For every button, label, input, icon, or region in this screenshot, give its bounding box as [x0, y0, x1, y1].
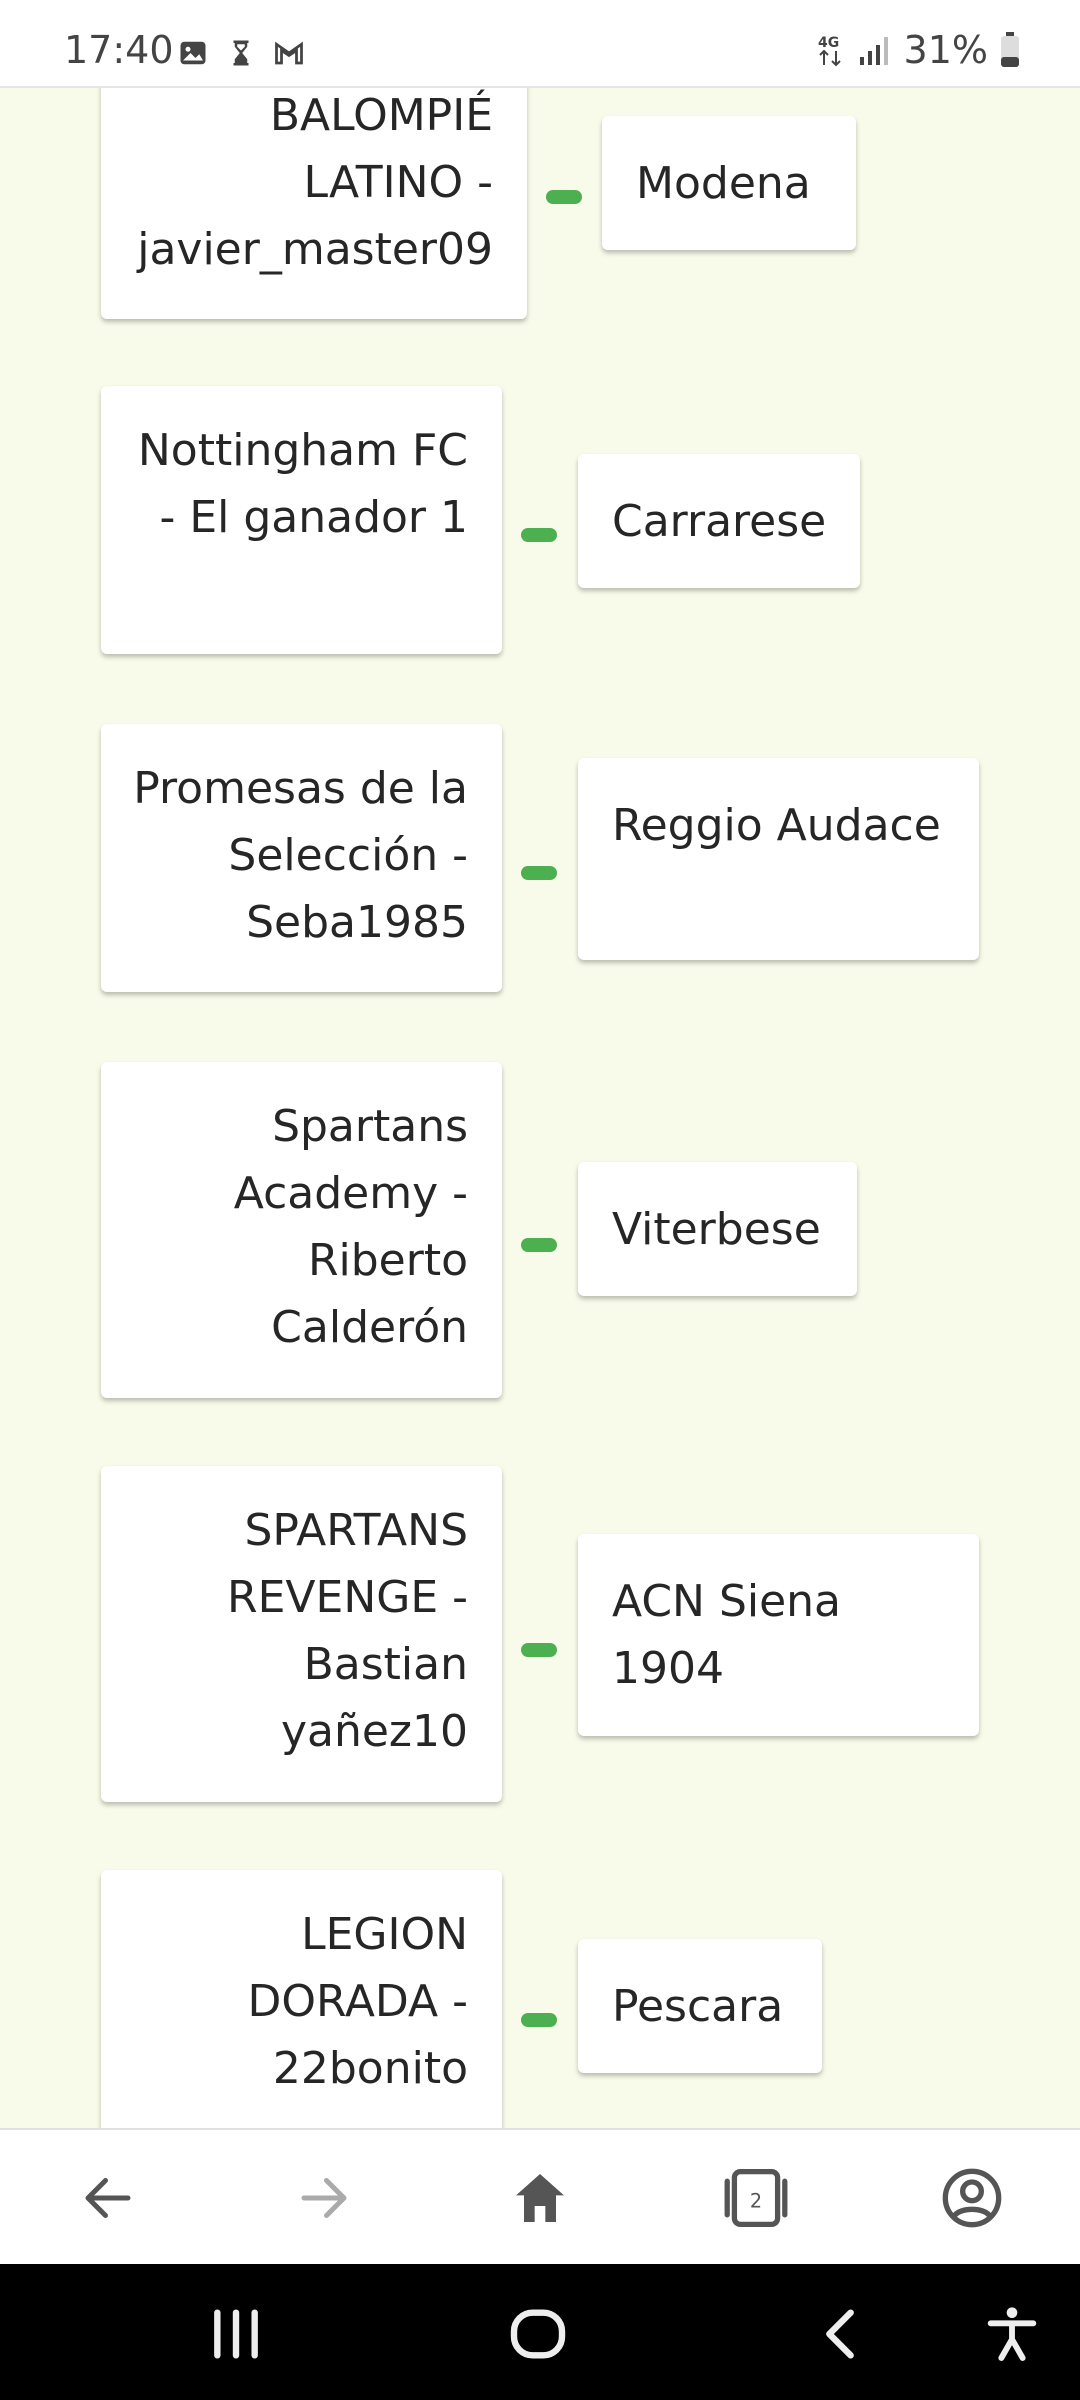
home-team-name: BALOMPIÉ LATINO - javier_master09	[137, 90, 493, 275]
home-team-card[interactable]: BALOMPIÉ LATINO - javier_master09	[101, 88, 527, 319]
vs-dash	[521, 528, 557, 542]
away-team-name: Pescara	[612, 1981, 784, 2032]
home-team-name: Nottingham FC - El ganador 1	[137, 425, 468, 543]
vs-dash	[521, 866, 557, 880]
fixtures-list: BALOMPIÉ LATINO - javier_master09 Modena…	[0, 88, 1080, 2128]
away-team-name: Viterbese	[612, 1204, 821, 1255]
home-team-card[interactable]: Spartans Academy - Riberto Calderón	[101, 1062, 502, 1398]
away-team-name: Reggio Audace	[612, 800, 941, 851]
image-icon	[180, 41, 206, 65]
status-right: 4G 31%	[816, 28, 1020, 72]
status-time: 17:40	[64, 28, 174, 72]
home-button[interactable]	[502, 2160, 578, 2236]
system-nav-bar	[0, 2264, 1080, 2400]
tabs-button[interactable]: 2	[718, 2160, 794, 2236]
account-button[interactable]	[934, 2160, 1010, 2236]
away-team-card[interactable]: Carrarese	[578, 454, 860, 588]
home-team-card[interactable]: LEGION DORADA - 22bonito	[101, 1870, 502, 2128]
forward-button[interactable]	[286, 2160, 362, 2236]
home-circle-icon[interactable]	[506, 2302, 570, 2366]
vs-dash	[521, 1238, 557, 1252]
recent-apps-icon[interactable]	[204, 2302, 268, 2366]
home-team-name: Promesas de la Selección - Seba1985	[133, 763, 468, 948]
away-team-card[interactable]: Reggio Audace	[578, 758, 979, 960]
battery-percent: 31%	[903, 28, 988, 72]
status-bar: 17:40 4G 31%	[0, 0, 1080, 88]
vs-dash	[521, 2013, 557, 2027]
hourglass-icon	[233, 40, 249, 66]
vs-dash	[546, 190, 582, 204]
vs-dash	[521, 1643, 557, 1657]
away-team-card[interactable]: Modena	[602, 116, 856, 250]
battery-icon	[1001, 32, 1019, 67]
status-notification-icons	[178, 38, 304, 68]
away-team-card[interactable]: Viterbese	[578, 1162, 857, 1296]
home-team-name: Spartans Academy - Riberto Calderón	[233, 1101, 468, 1353]
forward-arrow-icon	[301, 2178, 347, 2218]
away-team-name: Carrarese	[612, 496, 827, 547]
signal-icon	[859, 37, 888, 65]
home-team-name: SPARTANS REVENGE - Bastian yañez10	[227, 1505, 468, 1757]
back-arrow-icon	[85, 2178, 131, 2218]
svg-text:4G: 4G	[818, 35, 839, 51]
home-team-name: LEGION DORADA - 22bonito	[247, 1909, 468, 2094]
browser-bottom-nav: 2	[0, 2128, 1080, 2266]
back-icon[interactable]	[808, 2302, 872, 2366]
tab-count: 2	[750, 2190, 762, 2213]
accessibility-icon[interactable]	[980, 2302, 1044, 2366]
account-icon	[942, 2168, 1002, 2228]
home-icon	[516, 2174, 564, 2222]
away-team-card[interactable]: Pescara	[578, 1939, 822, 2073]
away-team-card[interactable]: ACN Siena 1904	[578, 1534, 979, 1736]
home-team-card[interactable]: Promesas de la Selección - Seba1985	[101, 724, 502, 992]
home-team-card[interactable]: SPARTANS REVENGE - Bastian yañez10	[101, 1466, 502, 1802]
away-team-name: Modena	[636, 158, 811, 209]
gmail-icon	[275, 41, 303, 65]
tabs-icon: 2	[724, 2168, 788, 2228]
back-button[interactable]	[70, 2160, 146, 2236]
network-4g-icon: 4G	[818, 35, 841, 67]
home-team-card[interactable]: Nottingham FC - El ganador 1	[101, 386, 502, 654]
away-team-name: ACN Siena 1904	[612, 1576, 842, 1694]
